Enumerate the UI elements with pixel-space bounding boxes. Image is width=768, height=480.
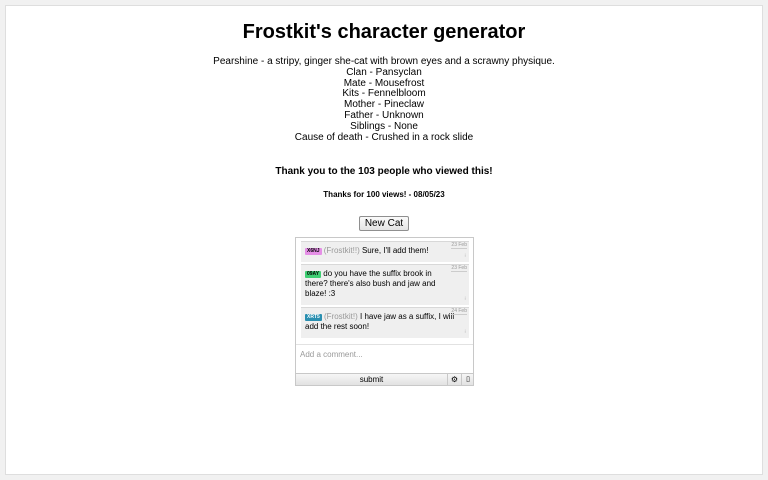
page-container: Frostkit's character generator Pearshine… bbox=[5, 5, 763, 475]
message-text: do you have the suffix brook in there? t… bbox=[305, 269, 436, 298]
comment-input[interactable] bbox=[296, 345, 473, 375]
message-mention: (Frostkit!) bbox=[324, 312, 358, 321]
info-icon[interactable]: ▯ bbox=[461, 374, 474, 385]
info-line-cause-of-death: Cause of death - Crushed in a rock slide bbox=[294, 131, 474, 143]
message-text: Sure, I'll add them! bbox=[359, 246, 429, 255]
comment-toolbar: submit ⚙ ▯ bbox=[296, 373, 473, 385]
character-info: Pearshine - a stripy, ginger she-cat wit… bbox=[6, 56, 762, 143]
comment-widget: 23 Feb X6NJ (Frostkit!!) Sure, I'll add … bbox=[295, 237, 474, 386]
message-date: 23 Feb bbox=[451, 242, 467, 249]
chat-message: 23 Feb X6NJ (Frostkit!!) Sure, I'll add … bbox=[301, 241, 469, 262]
chat-message: 23 Feb 09AY do you have the suffix brook… bbox=[301, 264, 469, 305]
submit-button[interactable]: submit bbox=[296, 374, 447, 385]
message-date: 23 Feb bbox=[451, 265, 467, 272]
chat-message: 24 Feb XRT5 (Frostkit!) I have jaw as a … bbox=[301, 307, 469, 338]
new-cat-button[interactable]: New Cat bbox=[358, 216, 410, 232]
user-tag[interactable]: X6NJ bbox=[305, 248, 322, 255]
message-mention: (Frostkit!!) bbox=[323, 246, 360, 255]
user-tag[interactable]: 09AY bbox=[305, 271, 322, 278]
gear-icon[interactable]: ⚙ bbox=[447, 374, 461, 385]
message-list[interactable]: 23 Feb X6NJ (Frostkit!!) Sure, I'll add … bbox=[301, 241, 469, 344]
comment-area bbox=[296, 344, 473, 375]
flag-icon[interactable]: ⁝ bbox=[464, 327, 466, 337]
thanks-100-text: Thanks for 100 views! - 08/05/23 bbox=[323, 190, 445, 200]
thanks-views-text: Thank you to the 103 people who viewed t… bbox=[275, 166, 493, 178]
user-tag[interactable]: XRT5 bbox=[305, 314, 322, 321]
info-line-siblings: Siblings - None bbox=[350, 120, 418, 132]
info-line-clan: Clan - Pansyclan bbox=[346, 66, 422, 78]
flag-icon[interactable]: ⁝ bbox=[464, 294, 466, 304]
page-title: Frostkit's character generator bbox=[242, 21, 526, 43]
message-date: 24 Feb bbox=[451, 308, 467, 315]
flag-icon[interactable]: ⁝ bbox=[464, 251, 466, 261]
